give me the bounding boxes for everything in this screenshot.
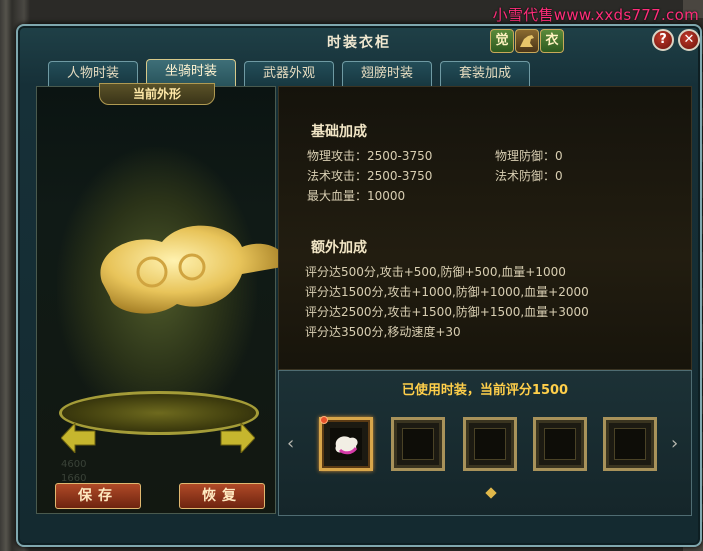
costume-slot[interactable]	[463, 417, 517, 471]
restore-button[interactable]: 恢复	[179, 483, 265, 509]
costume-icon[interactable]: 衣	[540, 29, 564, 53]
bonus-info-panel: 基础加成 物理攻击：2500-3750 物理防御：0 法术攻击：2500-375…	[278, 86, 692, 370]
window-title: 时装衣柜	[327, 35, 391, 51]
costume-slot[interactable]	[603, 417, 657, 471]
stat-magic-attack: 法术攻击：2500-3750	[307, 169, 433, 183]
next-page-arrow[interactable]: ›	[671, 433, 678, 454]
empty-slot	[544, 428, 576, 460]
base-bonus-title: 基础加成	[311, 124, 367, 140]
faint-text-line: 4600	[61, 459, 87, 470]
awaken-icon[interactable]: 觉	[490, 29, 514, 53]
extra-bonus-line: 评分达2500分,攻击+1500,防御+1500,血量+3000	[305, 305, 589, 319]
stat-max-hp: 最大血量：10000	[307, 189, 406, 203]
extra-bonus-line: 评分达500分,攻击+500,防御+500,血量+1000	[305, 265, 566, 279]
tab-set-bonus[interactable]: 套装加成	[440, 61, 530, 87]
extra-bonus-line: 评分达3500分,移动速度+30	[305, 325, 461, 339]
rotate-left-icon[interactable]	[61, 423, 97, 453]
mount-icon[interactable]	[515, 29, 539, 53]
used-costumes-title: 已使用时装，当前评分1500	[401, 383, 569, 398]
costume-slot[interactable]	[319, 416, 373, 471]
save-button[interactable]: 保存	[55, 483, 141, 509]
stat-physical-defense: 物理防御：0	[495, 149, 563, 163]
tab-wing-costume[interactable]: 翅膀时装	[342, 61, 432, 87]
help-button[interactable]: ?	[652, 29, 674, 51]
prev-page-arrow[interactable]: ‹	[287, 433, 294, 454]
horse-icon	[520, 35, 534, 47]
used-costumes-panel: 已使用时装，当前评分1500 ‹ ›	[278, 370, 692, 516]
costume-slot[interactable]	[533, 417, 587, 471]
rotate-right-icon[interactable]	[219, 423, 255, 453]
empty-slot	[402, 428, 434, 460]
extra-bonus-title: 额外加成	[311, 240, 367, 256]
cloud-mount-model[interactable]	[92, 212, 292, 332]
costume-slot[interactable]	[391, 417, 445, 471]
current-appearance-label: 当前外形	[99, 83, 215, 105]
new-indicator-dot	[320, 416, 328, 424]
tab-weapon-appearance[interactable]: 武器外观	[244, 61, 334, 87]
page-indicator-diamond	[485, 487, 497, 499]
preview-panel: 4600 1660 82170 当前外形 保存 恢复	[36, 83, 285, 514]
extra-bonus-line: 评分达1500分,攻击+1000,防御+1000,血量+2000	[305, 285, 589, 299]
close-button[interactable]: ✕	[678, 29, 700, 51]
empty-slot	[614, 428, 646, 460]
title-bar[interactable]: 时装衣柜 觉 衣 ? ✕	[18, 26, 700, 56]
stat-magic-defense: 法术防御：0	[495, 169, 563, 183]
watermark: 小雪代售www.xxds777.com	[492, 6, 699, 24]
cloud-mount-icon	[330, 428, 362, 460]
stat-physical-attack: 物理攻击：2500-3750	[307, 149, 433, 163]
empty-slot	[474, 428, 506, 460]
